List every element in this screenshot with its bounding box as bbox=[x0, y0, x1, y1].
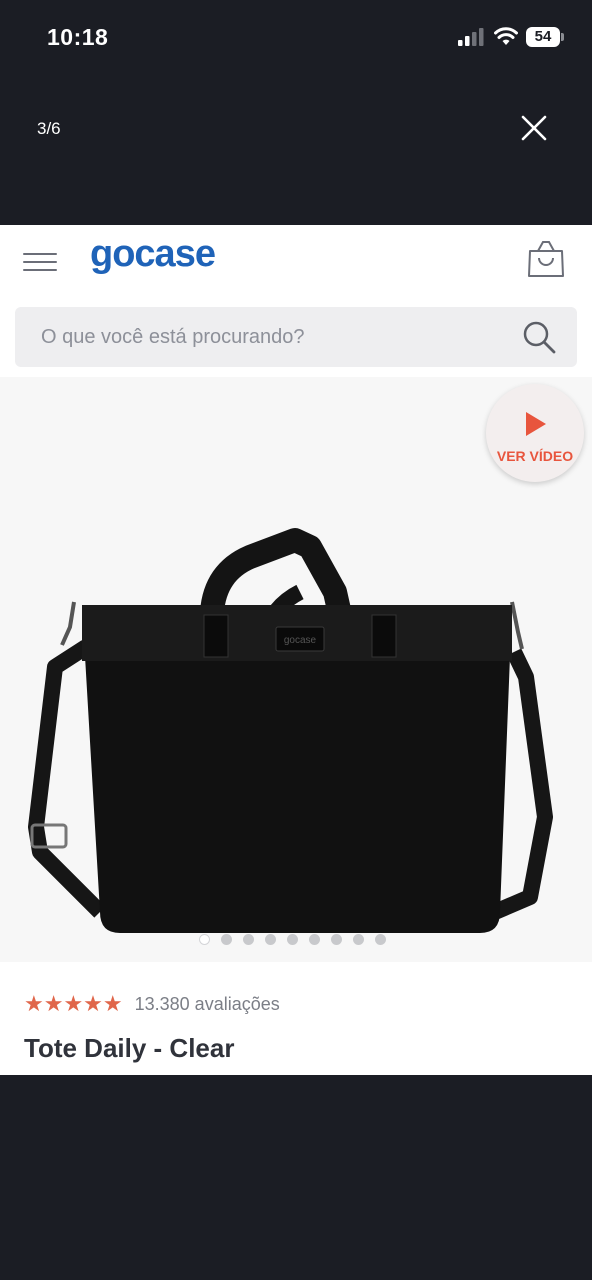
wifi-icon bbox=[494, 27, 518, 45]
carousel-dot[interactable] bbox=[287, 934, 298, 945]
product-title: Tote Daily - Clear bbox=[24, 1033, 235, 1063]
play-icon bbox=[526, 412, 546, 436]
review-count[interactable]: 13.380 avaliações bbox=[135, 994, 280, 1015]
carousel-dot[interactable] bbox=[309, 934, 320, 945]
carousel-dot[interactable] bbox=[353, 934, 364, 945]
carousel-dots bbox=[199, 934, 386, 946]
carousel-dot[interactable] bbox=[375, 934, 386, 945]
carousel-dot[interactable] bbox=[199, 934, 210, 945]
hamburger-menu-icon[interactable] bbox=[20, 245, 60, 279]
carousel-dot[interactable] bbox=[243, 934, 254, 945]
carousel-dot[interactable] bbox=[331, 934, 342, 945]
shopping-bag-icon[interactable] bbox=[524, 239, 568, 279]
video-label: VER VÍDEO bbox=[496, 448, 574, 464]
search-icon[interactable] bbox=[521, 319, 557, 355]
battery-cap bbox=[561, 33, 564, 41]
bag-label-text: gocase bbox=[284, 635, 317, 646]
product-rating[interactable]: ★★★★★ 13.380 avaliações bbox=[24, 991, 280, 1017]
site-logo[interactable]: gocase bbox=[90, 233, 216, 276]
site-header: gocase bbox=[0, 225, 592, 305]
status-time: 10:18 bbox=[47, 24, 109, 50]
search-placeholder: O que você está procurando? bbox=[41, 326, 305, 348]
battery-icon: 54 bbox=[526, 27, 564, 47]
search-input[interactable]: O que você está procurando? bbox=[15, 307, 577, 367]
product-gallery[interactable]: gocase VER VÍDEO bbox=[0, 377, 592, 962]
watch-video-button[interactable]: VER VÍDEO bbox=[486, 384, 584, 482]
star-rating-icons: ★★★★★ bbox=[24, 991, 123, 1016]
image-counter: 3/6 bbox=[37, 119, 61, 138]
product-page: gocase O que você está procurando? gocas… bbox=[0, 225, 592, 1075]
carousel-dot[interactable] bbox=[265, 934, 276, 945]
status-bar: 10:18 54 bbox=[0, 0, 592, 76]
close-icon[interactable] bbox=[514, 108, 554, 148]
signal-icon bbox=[458, 28, 484, 46]
battery-level: 54 bbox=[526, 27, 560, 47]
carousel-dot[interactable] bbox=[221, 934, 232, 945]
